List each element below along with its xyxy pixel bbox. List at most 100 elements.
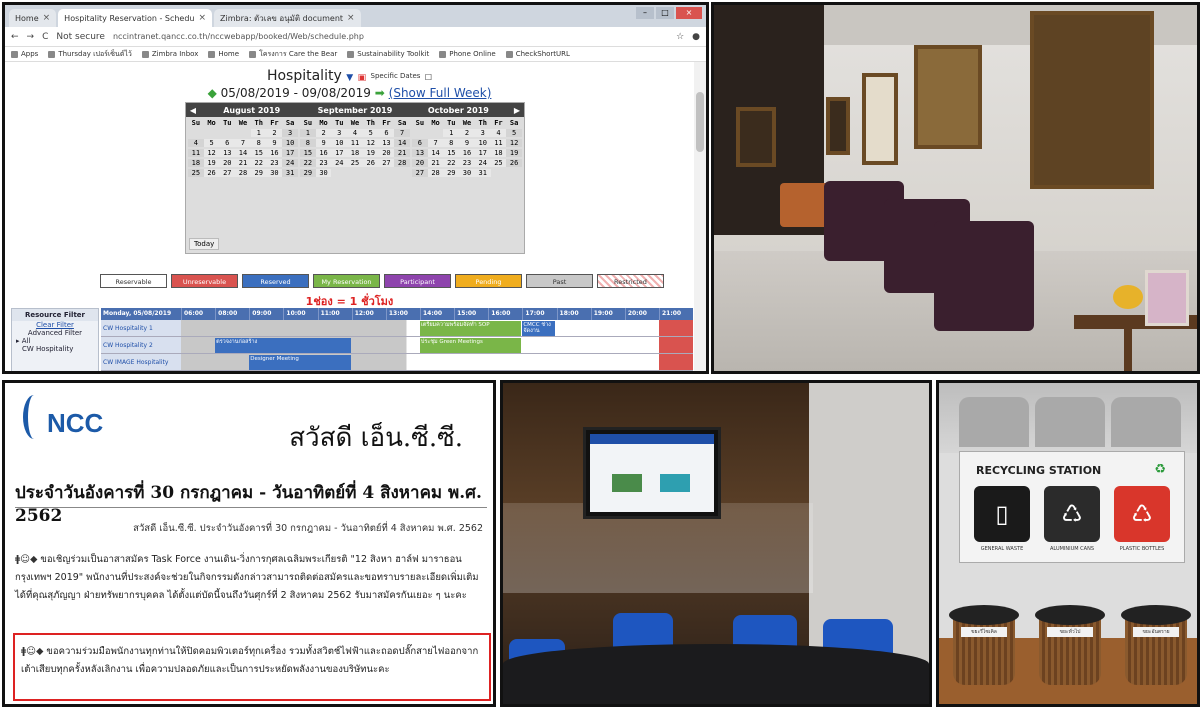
calendar-day[interactable]: 23 xyxy=(315,159,332,167)
calendar-day[interactable]: 23 xyxy=(459,159,475,167)
close-tab-icon[interactable]: × xyxy=(43,13,51,23)
clear-filter-link[interactable]: Clear Filter xyxy=(12,321,98,329)
calendar-day[interactable]: 8 xyxy=(300,139,316,147)
calendar-day[interactable]: 6 xyxy=(378,129,395,137)
bookmark-item[interactable]: Zimbra Inbox xyxy=(141,50,198,58)
calendar-day[interactable]: 15 xyxy=(250,149,267,157)
reservation-block[interactable]: เตรียมความพร้อมจัดทำ SOP xyxy=(419,321,522,336)
calendar-day[interactable]: 24 xyxy=(282,159,298,167)
calendar-day[interactable]: 26 xyxy=(506,159,522,167)
calendar-day[interactable]: 2 xyxy=(315,129,332,137)
resource-name-link[interactable]: CW NEO Hospitality xyxy=(101,371,181,374)
calendar-day[interactable]: 22 xyxy=(443,159,460,167)
calendar-day[interactable]: 27 xyxy=(378,159,395,167)
calendar-day[interactable]: 10 xyxy=(474,139,491,147)
reload-icon[interactable]: C xyxy=(42,32,48,42)
calendar-day[interactable]: 27 xyxy=(412,169,428,177)
calendar-day[interactable]: 10 xyxy=(282,139,298,147)
star-icon[interactable]: ☆ xyxy=(676,32,684,42)
calendar-day[interactable]: 18 xyxy=(188,159,204,167)
calendar-day[interactable]: 5 xyxy=(203,139,220,147)
next-range-icon[interactable]: ➡ xyxy=(375,86,385,100)
tree-item[interactable]: ▸ All xyxy=(16,337,98,345)
bookmark-item[interactable]: Sustainability Toolkit xyxy=(347,50,429,58)
calendar-day[interactable]: 16 xyxy=(315,149,332,157)
calendar-day[interactable]: 2 xyxy=(459,129,475,137)
calendar-day[interactable]: 19 xyxy=(362,149,379,157)
calendar-day[interactable]: 7 xyxy=(427,139,444,147)
dropdown-icon[interactable]: ▼ xyxy=(346,73,353,83)
calendar-day[interactable]: 13 xyxy=(378,139,395,147)
reservation-block[interactable]: ประชุม Green Meetings xyxy=(419,338,522,353)
calendar-day[interactable]: 14 xyxy=(427,149,444,157)
calendar-day[interactable]: 28 xyxy=(394,159,410,167)
show-full-week-link[interactable]: (Show Full Week) xyxy=(389,86,492,100)
calendar-day[interactable]: 14 xyxy=(235,149,251,157)
calendar-day[interactable]: 10 xyxy=(331,139,348,147)
calendar-day[interactable]: 11 xyxy=(490,139,507,147)
calendar-day[interactable]: 20 xyxy=(219,159,236,167)
calendar-prev-icon[interactable]: ◀ xyxy=(186,106,200,115)
calendar-day[interactable]: 23 xyxy=(266,159,283,167)
calendar-day[interactable]: 22 xyxy=(250,159,267,167)
calendar-day[interactable]: 1 xyxy=(300,129,316,137)
calendar-day[interactable]: 21 xyxy=(394,149,410,157)
bookmark-item[interactable]: CheckShortURL xyxy=(505,50,570,58)
back-icon[interactable]: ← xyxy=(11,32,19,42)
reservation-block[interactable]: Designer Meeting xyxy=(249,355,351,370)
calendar-day[interactable]: 3 xyxy=(331,129,348,137)
calendar-day[interactable]: 18 xyxy=(347,149,363,157)
advanced-filter-label[interactable]: Advanced Filter xyxy=(12,329,98,337)
calendar-day[interactable]: 12 xyxy=(362,139,379,147)
bookmark-item[interactable]: โครงการ Care the Bear xyxy=(249,49,337,60)
calendar-day[interactable]: 16 xyxy=(266,149,283,157)
calendar-day[interactable]: 17 xyxy=(331,149,348,157)
calendar-day[interactable]: 5 xyxy=(362,129,379,137)
calendar-day[interactable]: 1 xyxy=(443,129,460,137)
calendar-day[interactable]: 9 xyxy=(266,139,283,147)
time-slots[interactable]: ตรวจงานก่อสร้าง ประชุม Green Meetings xyxy=(181,337,693,353)
calendar-day[interactable]: 21 xyxy=(427,159,444,167)
calendar-day[interactable]: 4 xyxy=(347,129,363,137)
calendar-day[interactable]: 26 xyxy=(203,169,220,177)
browser-tab-hospitality[interactable]: Hospitality Reservation - Schedu × xyxy=(58,9,213,27)
calendar-day[interactable]: 13 xyxy=(219,149,236,157)
calendar-day[interactable]: 24 xyxy=(474,159,491,167)
time-slots[interactable]: เตรียมความพร้อมจัดทำ SOP CMCC ช่างจัดงาน xyxy=(181,320,693,336)
resource-name-link[interactable]: CW Hospitality 1 xyxy=(101,320,181,336)
minimize-icon[interactable]: – xyxy=(636,7,654,19)
schedule-name[interactable]: Hospitality xyxy=(267,68,342,84)
calendar-day[interactable]: 6 xyxy=(412,139,428,147)
close-tab-icon[interactable]: × xyxy=(199,13,207,23)
calendar-day[interactable]: 20 xyxy=(412,159,428,167)
calendar-day[interactable]: 3 xyxy=(282,129,298,137)
close-window-icon[interactable]: × xyxy=(676,7,702,19)
calendar-day[interactable]: 14 xyxy=(394,139,410,147)
resource-name-link[interactable]: CW Hospitality 2 xyxy=(101,337,181,353)
calendar-icon[interactable]: ▣ xyxy=(358,73,367,83)
calendar-day[interactable]: 3 xyxy=(474,129,491,137)
calendar-day[interactable]: 11 xyxy=(188,149,204,157)
calendar-day[interactable]: 4 xyxy=(490,129,507,137)
calendar-day[interactable]: 13 xyxy=(412,149,428,157)
calendar-day[interactable]: 11 xyxy=(347,139,363,147)
calendar-day[interactable]: 15 xyxy=(443,149,460,157)
bookmark-item[interactable]: Apps xyxy=(11,50,38,58)
url-field[interactable]: nccintranet.qancc.co.th/nccwebapp/booked… xyxy=(113,32,668,41)
calendar-day[interactable]: 29 xyxy=(300,169,316,177)
calendar-day[interactable]: 5 xyxy=(506,129,522,137)
calendar-day[interactable]: 21 xyxy=(235,159,251,167)
reservation-block[interactable]: CMCC ช่างจัดงาน xyxy=(522,321,556,336)
calendar-day[interactable]: 26 xyxy=(362,159,379,167)
today-button[interactable]: Today xyxy=(189,238,220,250)
calendar-day[interactable]: 25 xyxy=(490,159,507,167)
calendar-day[interactable]: 16 xyxy=(459,149,475,157)
calendar-day[interactable]: 25 xyxy=(188,169,204,177)
forward-icon[interactable]: → xyxy=(27,32,35,42)
calendar-day[interactable]: 9 xyxy=(315,139,332,147)
calendar-day[interactable]: 4 xyxy=(188,139,204,147)
profile-icon[interactable]: ● xyxy=(692,32,700,42)
close-tab-icon[interactable]: × xyxy=(347,13,355,23)
calendar-day[interactable]: 31 xyxy=(282,169,298,177)
calendar-next-icon[interactable]: ▶ xyxy=(510,106,524,115)
